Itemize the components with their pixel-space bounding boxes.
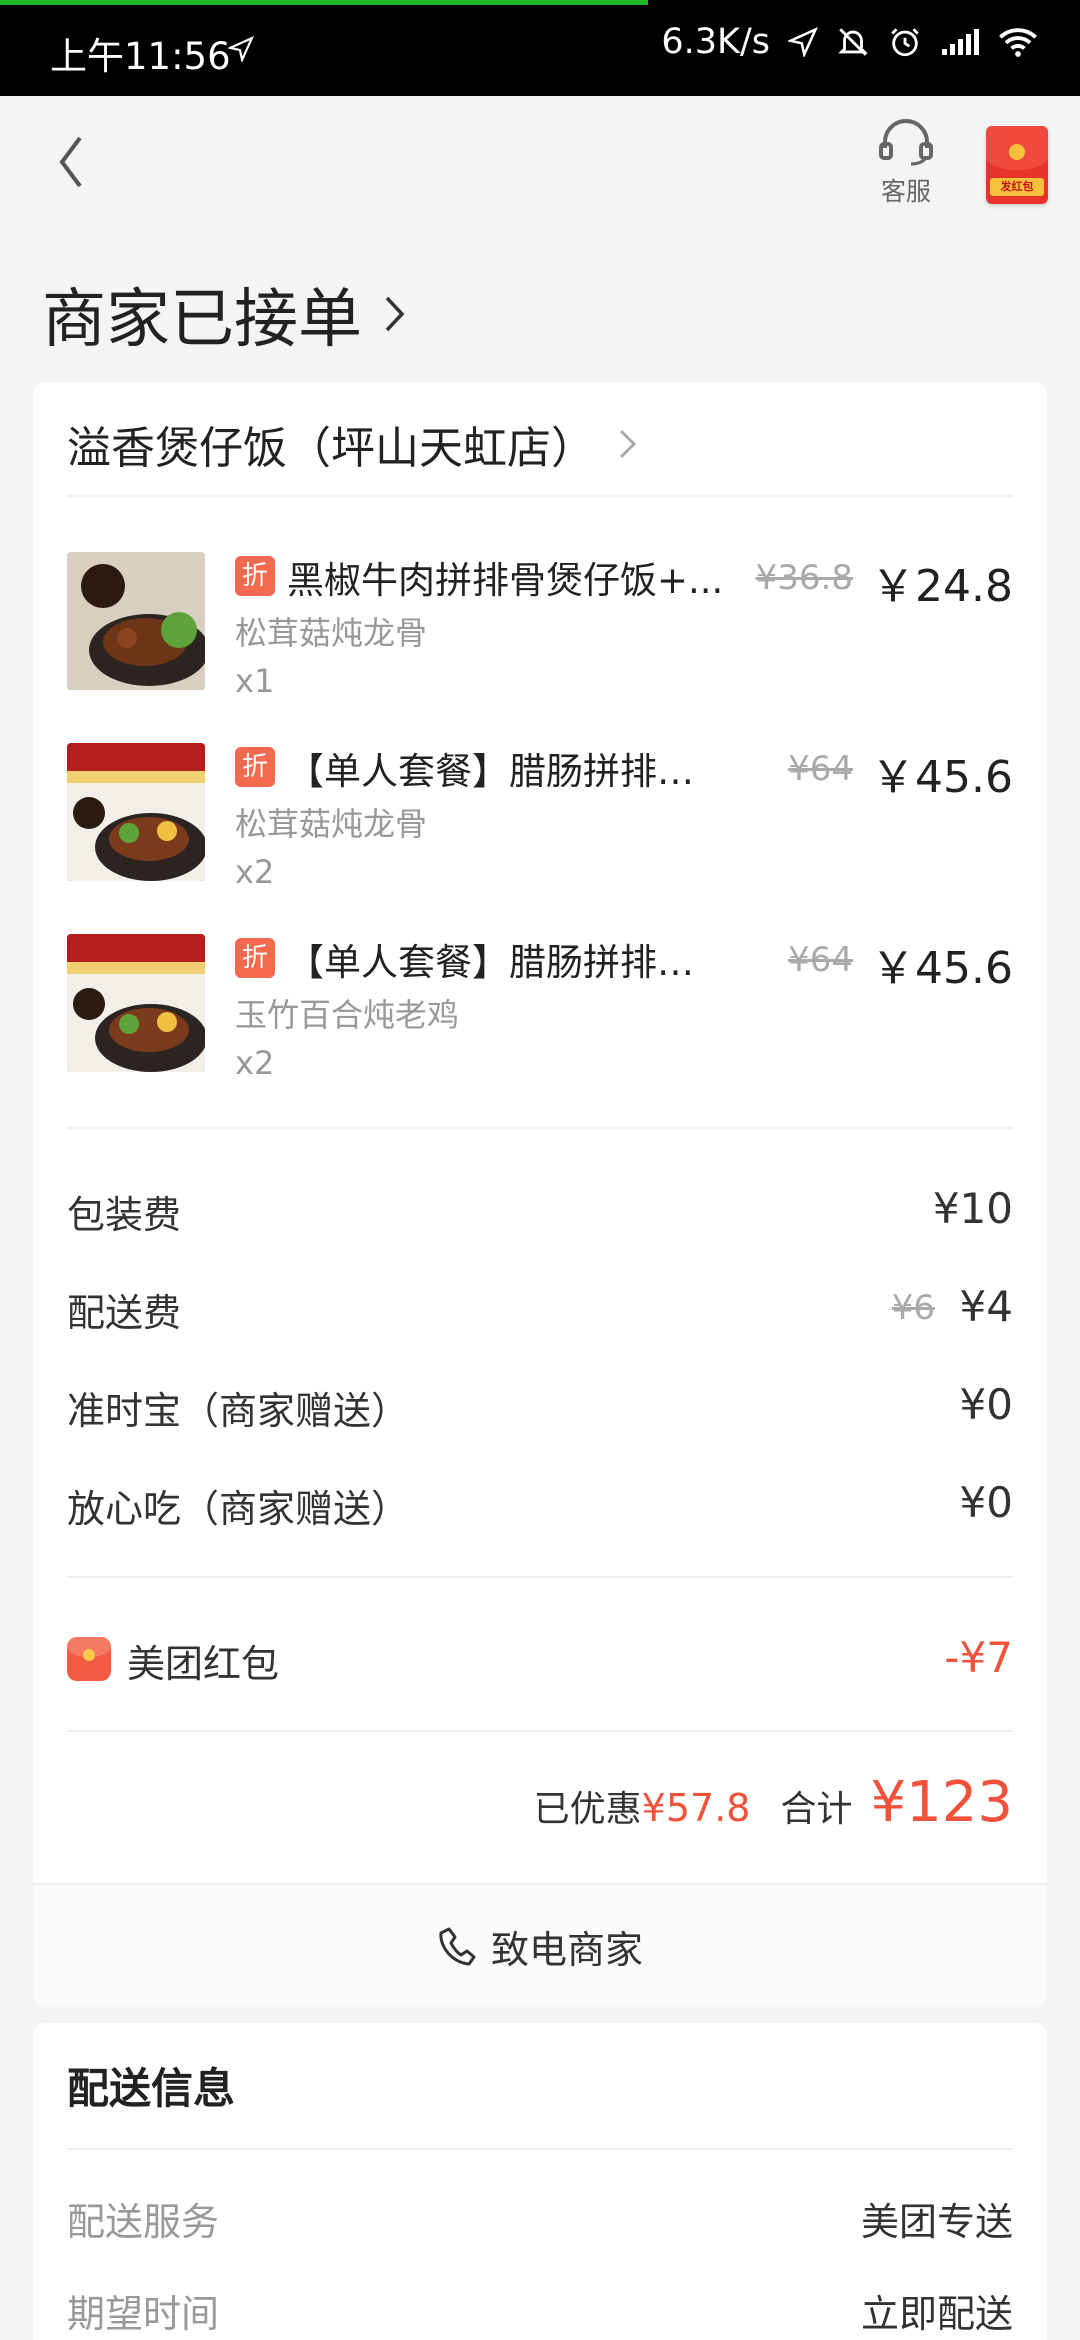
- red-packet-label: 发红包: [990, 178, 1044, 196]
- fee-value: ¥0: [959, 1380, 1013, 1429]
- item-name: 黑椒牛肉拼排骨煲仔饭+...: [287, 559, 724, 602]
- wifi-icon: [999, 28, 1037, 57]
- delivery-fee-row: 配送费 ¥6 ¥4: [67, 1282, 1013, 1342]
- alarm-icon: [891, 28, 919, 57]
- order-item[interactable]: 折 黑椒牛肉拼排骨煲仔饭+... ¥36.8 ￥24.8 松茸菇炖龙骨 x1: [67, 552, 1013, 700]
- call-merchant-button[interactable]: 致电商家: [33, 1883, 1047, 2007]
- location-arrow-icon: [228, 36, 254, 62]
- red-packet-coin: [1009, 144, 1025, 160]
- status-right: 6.3K/s: [661, 22, 1038, 62]
- chevron-right-icon: [385, 296, 405, 332]
- status-bar: 上午11:56 6.3K/s: [0, 0, 1080, 96]
- item-qty: x1: [235, 662, 275, 700]
- packaging-fee-row: 包装费 ¥10: [67, 1184, 1013, 1244]
- meituan-red-packet-row: 美团红包 -¥7: [67, 1633, 1013, 1693]
- red-packet-icon: [67, 1637, 111, 1681]
- item-qty: x2: [235, 1044, 275, 1082]
- delivery-info-title: 配送信息: [67, 2064, 236, 2113]
- item-original-price: ¥64: [788, 749, 853, 789]
- mute-bell-icon: [838, 28, 868, 56]
- signal-icon: [942, 29, 979, 55]
- status-time: 上午11:56: [50, 35, 231, 78]
- order-total-row: 已优惠 ¥57.8 合计 ¥123: [534, 1770, 1013, 1835]
- info-value: 美团专送: [860, 2200, 1013, 2244]
- delivery-service-row: 配送服务 美团专送: [67, 2191, 1013, 2244]
- saved-value: ¥57.8: [641, 1786, 751, 1830]
- delivery-info-card: 配送信息 配送服务 美团专送 期望时间 立即配送: [33, 2023, 1047, 2340]
- item-qty: x2: [235, 853, 275, 891]
- discount-tag: 折: [235, 556, 275, 596]
- item-name: 【单人套餐】腊肠拼排骨...: [287, 750, 727, 793]
- headset-icon: [879, 119, 933, 166]
- item-price: ￥24.8: [871, 561, 1013, 612]
- info-value: 立即配送: [860, 2292, 1013, 2336]
- store-name: 溢香煲仔饭（坪山天虹店）: [67, 423, 595, 474]
- expected-time-row: 期望时间 立即配送: [67, 2283, 1013, 2336]
- food-thumbnail: [67, 934, 205, 1072]
- divider: [67, 495, 1013, 497]
- item-name: 【单人套餐】腊肠拼排骨...: [287, 941, 727, 984]
- discount-tag: 折: [235, 938, 275, 978]
- total-value: ¥123: [870, 1770, 1013, 1835]
- red-packet-value: -¥7: [944, 1633, 1013, 1682]
- divider: [67, 1730, 1013, 1732]
- food-thumbnail: [67, 552, 205, 690]
- fee-label: 准时宝（商家赠送）: [67, 1389, 410, 1433]
- saved-label: 已优惠: [533, 1789, 642, 1830]
- item-original-price: ¥64: [788, 940, 853, 980]
- total-label: 合计: [780, 1789, 853, 1830]
- store-link[interactable]: 溢香煲仔饭（坪山天虹店）: [67, 412, 637, 476]
- customer-service-button[interactable]: 客服: [872, 118, 940, 208]
- info-label: 期望时间: [67, 2292, 220, 2336]
- fee-value: ¥10: [932, 1184, 1013, 1233]
- customer-service-label: 客服: [880, 177, 931, 206]
- item-original-price: ¥36.8: [755, 558, 853, 598]
- order-item[interactable]: 折 【单人套餐】腊肠拼排骨... ¥64 ￥45.6 玉竹百合炖老鸡 x2: [67, 934, 1013, 1082]
- location-arrow-icon: [788, 27, 818, 57]
- fee-label: 放心吃（商家赠送）: [67, 1487, 410, 1531]
- fee-value: ¥0: [959, 1478, 1013, 1527]
- call-merchant-label: 致电商家: [490, 1927, 643, 1972]
- item-spec: 松茸菇炖龙骨: [235, 614, 428, 652]
- item-price: ￥45.6: [871, 943, 1013, 994]
- phone-icon: [439, 1927, 476, 1966]
- item-spec: 松茸菇炖龙骨: [235, 805, 428, 843]
- fee-value: ¥4: [959, 1282, 1013, 1331]
- fee-label: 配送费: [67, 1291, 182, 1335]
- fee-label: 包装费: [67, 1193, 182, 1237]
- fee-original-value: ¥6: [891, 1288, 935, 1328]
- chevron-right-icon: [619, 429, 637, 459]
- divider: [67, 1576, 1013, 1578]
- order-item[interactable]: 折 【单人套餐】腊肠拼排骨... ¥64 ￥45.6 松茸菇炖龙骨 x2: [67, 743, 1013, 891]
- order-status-text: 商家已接单: [42, 283, 362, 357]
- order-card: 溢香煲仔饭（坪山天虹店） 折 黑椒牛肉拼排骨煲仔饭+... ¥36.8 ￥24.…: [33, 382, 1047, 2007]
- food-safety-row: 放心吃（商家赠送） ¥0: [67, 1478, 1013, 1538]
- page-load-progress: [0, 0, 648, 5]
- network-speed: 6.3K/s: [661, 22, 770, 62]
- ontime-guarantee-row: 准时宝（商家赠送） ¥0: [67, 1380, 1013, 1440]
- back-chevron-icon[interactable]: [52, 132, 92, 192]
- discount-tag: 折: [235, 747, 275, 787]
- divider: [67, 1127, 1013, 1129]
- food-thumbnail: [67, 743, 205, 881]
- order-status-title[interactable]: 商家已接单: [42, 268, 406, 360]
- send-red-packet-button[interactable]: 发红包: [986, 126, 1048, 204]
- item-spec: 玉竹百合炖老鸡: [235, 996, 460, 1034]
- info-label: 配送服务: [67, 2200, 220, 2244]
- item-price: ￥45.6: [871, 752, 1013, 803]
- red-packet-label: 美团红包: [127, 1642, 280, 1686]
- divider: [67, 2148, 1013, 2150]
